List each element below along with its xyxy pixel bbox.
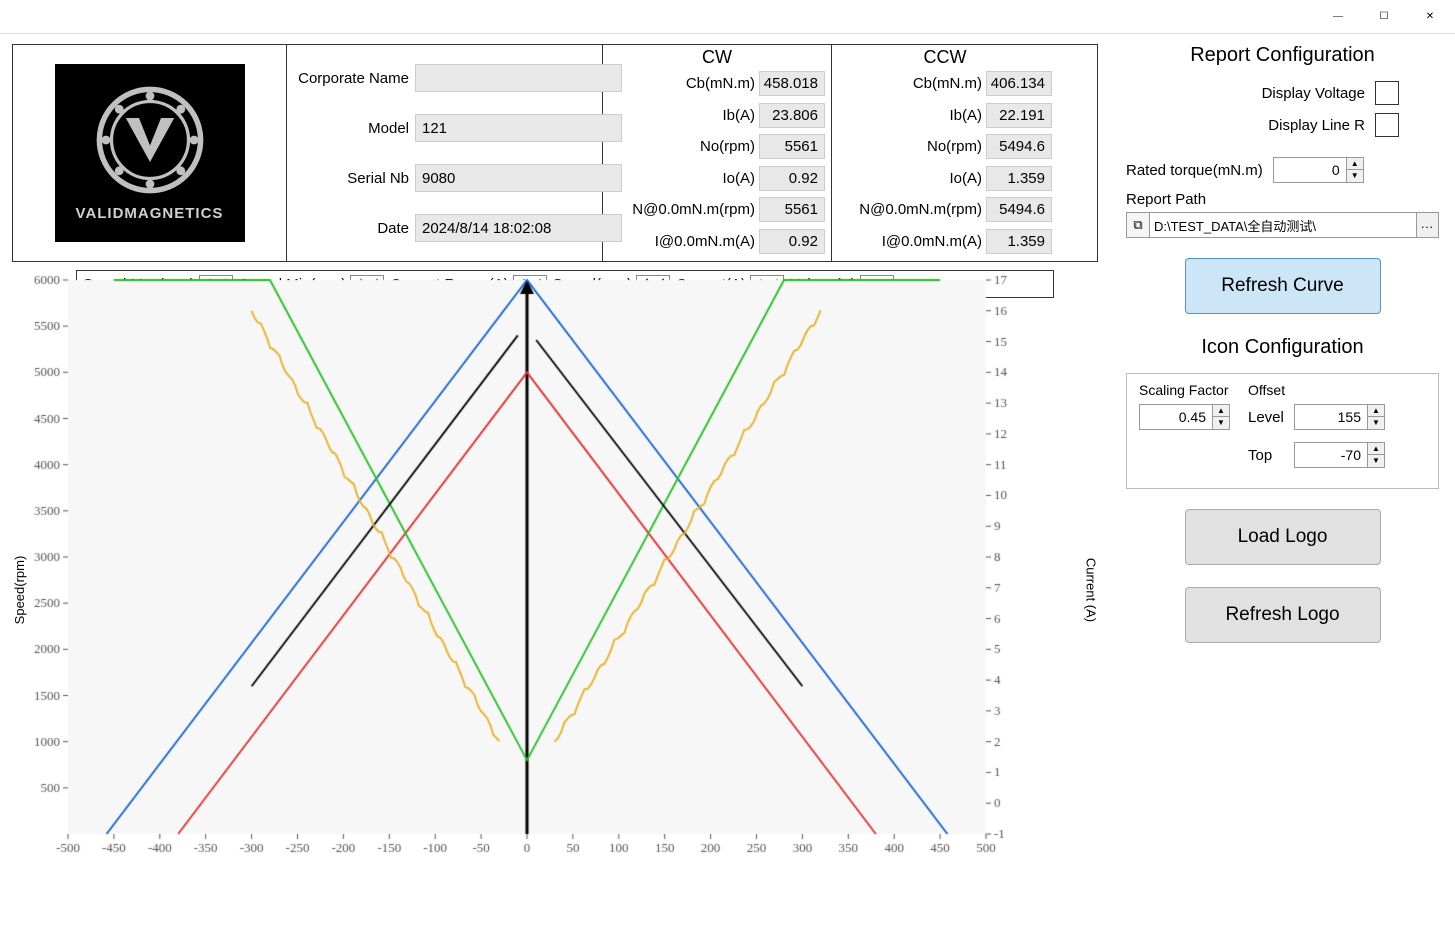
maximize-button[interactable]: ☐ [1361,2,1407,32]
load-logo-button[interactable]: Load Logo [1185,509,1381,565]
ccw-row-3-label: Io(A) [832,170,986,187]
cw-header: CW [603,45,831,68]
display-line-r-checkbox[interactable] [1375,113,1399,137]
ccw-row-3-value[interactable] [986,166,1052,191]
ccw-row-5-label: I@0.0mN.m(A) [832,233,986,250]
icon-config-title: Icon Configuration [1126,336,1439,359]
browse-button[interactable]: ... [1417,212,1439,238]
cw-row-5-label: I@0.0mN.m(A) [603,233,759,250]
level-input[interactable] [1294,404,1368,430]
close-button[interactable]: ✕ [1407,2,1453,32]
cw-row-0-value[interactable] [759,71,825,96]
ccw-row-1-label: Ib(A) [832,107,986,124]
ccw-row-2-value[interactable] [986,134,1052,159]
logo: VALIDMAGNETICS [55,64,245,242]
cw-row-2-value[interactable] [759,134,825,159]
rated-torque-label: Rated torque(mN.m) [1126,162,1273,179]
refresh-logo-button[interactable]: Refresh Logo [1185,587,1381,643]
ccw-row-0-value[interactable] [986,71,1052,96]
level-label: Level [1248,409,1294,426]
report-path-label: Report Path [1126,191,1439,208]
cw-row-3-value[interactable] [759,166,825,191]
minimize-button[interactable]: — [1315,2,1361,32]
ccw-row-1-value[interactable] [986,103,1052,128]
rated-torque-input[interactable] [1273,157,1347,183]
serial-input[interactable] [415,164,622,192]
info-panel: VALIDMAGNETICS Corporate Name Model Seri… [12,44,1098,262]
title-bar: — ☐ ✕ [0,0,1455,34]
cw-row-0-label: Cb(mN.m) [603,75,759,92]
ccw-row-4-label: N@0.0mN.m(rpm) [832,201,986,218]
corp-name-input[interactable] [415,64,622,92]
display-voltage-checkbox[interactable] [1375,81,1399,105]
cw-row-2-label: No(rpm) [603,138,759,155]
folder-icon: ⧉ [1126,212,1150,238]
offset-label: Offset [1248,382,1385,398]
scaling-factor-label: Scaling Factor [1139,382,1230,398]
display-line-r-label: Display Line R [1268,117,1375,134]
cw-row-1-value[interactable] [759,103,825,128]
model-label: Model [295,120,415,137]
scaling-factor-input[interactable] [1139,404,1213,430]
serial-label: Serial Nb [295,170,415,187]
top-input[interactable] [1294,442,1368,468]
ccw-row-2-label: No(rpm) [832,138,986,155]
ccw-row-4-value[interactable] [986,197,1052,222]
ccw-row-5-value[interactable] [986,229,1052,254]
corp-name-label: Corporate Name [295,70,415,87]
y-axis-right-label: Current (A) [1083,558,1098,622]
cw-row-4-label: N@0.0mN.m(rpm) [603,201,759,218]
cw-row-3-label: Io(A) [603,170,759,187]
top-label: Top [1248,447,1294,464]
date-label: Date [295,220,415,237]
rated-torque-stepper[interactable]: ▲▼ [1347,157,1364,183]
model-input[interactable] [415,114,622,142]
date-input[interactable] [415,214,622,242]
chart-canvas [12,270,1032,870]
display-voltage-label: Display Voltage [1262,85,1375,102]
cw-row-5-value[interactable] [759,229,825,254]
ccw-header: CCW [832,45,1058,68]
report-path-input[interactable] [1150,212,1417,238]
refresh-curve-button[interactable]: Refresh Curve [1185,258,1381,314]
cw-row-1-label: Ib(A) [603,107,759,124]
ccw-row-0-label: Cb(mN.m) [832,75,986,92]
report-config-title: Report Configuration [1126,44,1439,67]
cw-row-4-value[interactable] [759,197,825,222]
